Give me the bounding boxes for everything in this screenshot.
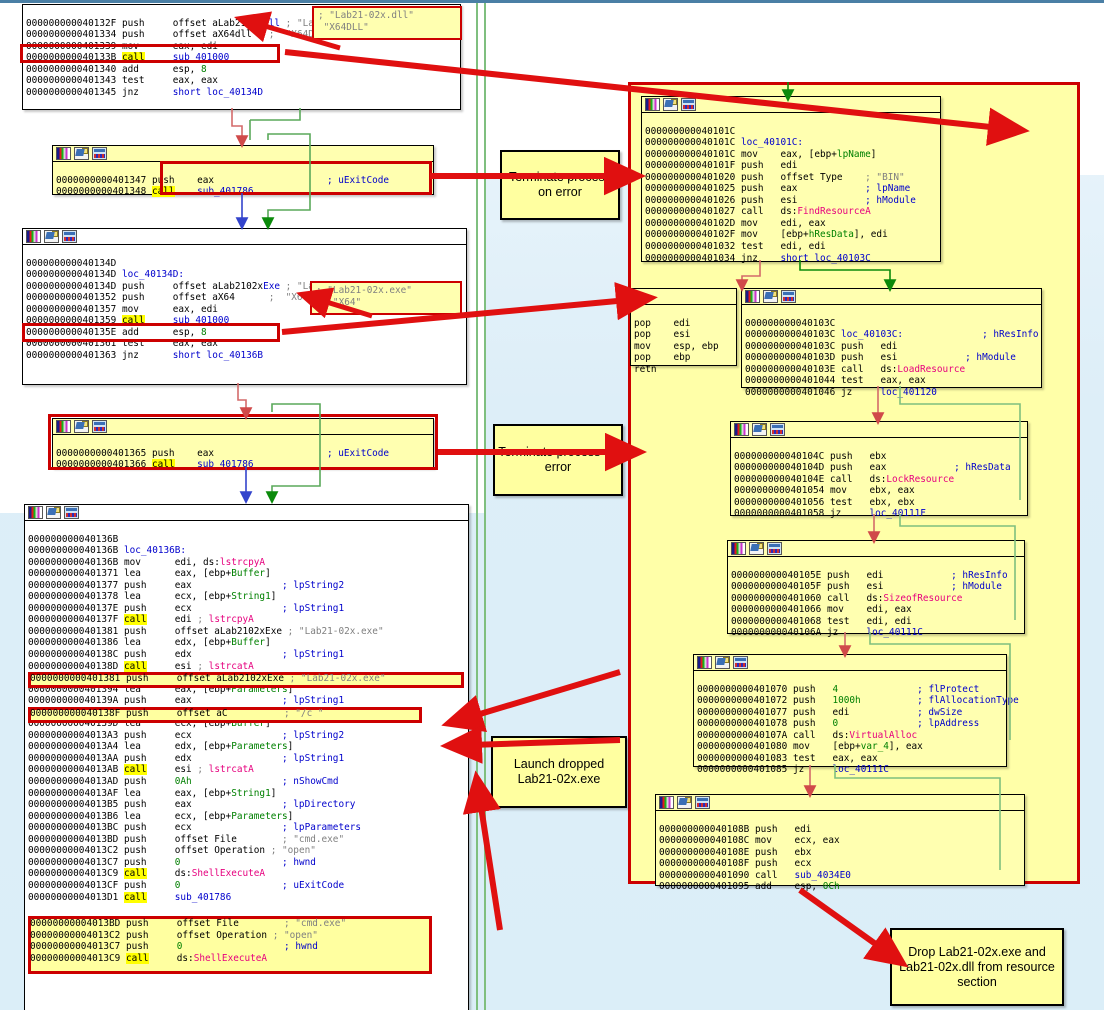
palette-icon[interactable]: [731, 542, 746, 555]
edit-icon[interactable]: [44, 230, 59, 243]
node-titlebar: [656, 795, 1024, 811]
node-titlebar: [631, 289, 736, 305]
graph-node-401070[interactable]: 0000000000401070 push 4 ; flProtect 0000…: [693, 654, 1019, 775]
graph-node-401365[interactable]: 0000000000401365 push eax ; uExitCode 00…: [52, 418, 434, 471]
palette-icon[interactable]: [28, 506, 43, 519]
asm-row-401381: 0000000000401381 push offset aLab2102xEx…: [30, 673, 386, 684]
asm-lines: 0000000000401070 push 4 ; flProtect 0000…: [697, 683, 1019, 776]
window-icon[interactable]: [64, 506, 79, 519]
asm-lines: 000000000040105E push edi ; hResInfo 000…: [731, 569, 1008, 639]
edit-icon[interactable]: [715, 656, 730, 669]
asm-lines: pop edi pop esi mov esp, ebp pop ebp ret…: [634, 317, 719, 375]
window-icon[interactable]: [695, 796, 710, 809]
edit-icon[interactable]: [74, 420, 89, 433]
asm-lines: 0000000000401365 push eax ; uExitCode 00…: [56, 447, 390, 471]
palette-icon[interactable]: [745, 290, 760, 303]
graph-guide-line-2: [484, 3, 486, 1010]
edit-icon[interactable]: [763, 290, 778, 303]
graph-node-40108B[interactable]: 000000000040108B push edi 00000000004010…: [655, 794, 1025, 892]
graph-guide-line-1: [476, 3, 478, 1010]
edit-icon[interactable]: [663, 98, 678, 111]
asm-row-40138F: 000000000040138F push offset aC ; "/c ": [30, 708, 324, 719]
window-icon[interactable]: [62, 230, 77, 243]
asm-lines: 000000000040104C push ebx 00000000004010…: [734, 450, 1011, 520]
graph-node-40105E[interactable]: 000000000040105E push edi ; hResInfo 000…: [727, 540, 1025, 638]
graph-node-40104C[interactable]: 000000000040104C push ebx 00000000004010…: [730, 421, 1028, 519]
note-launch-dropped-exe: Launch dropped Lab21-02x.exe: [491, 736, 627, 808]
palette-icon[interactable]: [645, 98, 660, 111]
screenshot-root: 000000000040132F push offset aLab2102xDl…: [0, 0, 1104, 1010]
palette-icon[interactable]: [26, 230, 41, 243]
node-titlebar: [642, 97, 940, 113]
node-titlebar: [53, 146, 433, 162]
palette-icon[interactable]: [697, 656, 712, 669]
graph-node-40103C[interactable]: 000000000040103C 000000000040103C loc_40…: [741, 288, 1042, 398]
node-titlebar: [694, 655, 1006, 671]
window-icon[interactable]: [92, 147, 107, 160]
window-icon[interactable]: [681, 98, 696, 111]
window-icon[interactable]: [767, 542, 782, 555]
asm-lines: 000000000040103C 000000000040103C loc_40…: [745, 317, 1039, 398]
edit-icon[interactable]: [46, 506, 61, 519]
palette-icon[interactable]: [659, 796, 674, 809]
asm-lines: 0000000000401347 push eax ; uExitCode 00…: [56, 174, 390, 198]
edit-icon[interactable]: [74, 147, 89, 160]
window-icon[interactable]: [733, 656, 748, 669]
asm-rows-shellexecute: 00000000004013BD push offset File ; "cmd…: [30, 918, 347, 964]
note-terminate-process-2: Terminate process on error: [493, 424, 623, 496]
node-titlebar: [53, 419, 433, 435]
edit-icon[interactable]: [752, 423, 767, 436]
node-titlebar: [25, 505, 468, 521]
strbox-dll-text: ; "Lab21-02x.dll" "X64DLL": [318, 10, 414, 33]
graph-node-epilogue[interactable]: pop edi pop esi mov esp, ebp pop ebp ret…: [630, 288, 737, 375]
asm-lines: 000000000040101C 000000000040101C loc_40…: [645, 125, 916, 264]
node-titlebar: [728, 541, 1024, 557]
node-titlebar: [731, 422, 1027, 438]
note-drop-from-resource: Drop Lab21-02x.exe and Lab21-02x.dll fro…: [890, 928, 1064, 1006]
node-titlebar: [23, 229, 466, 245]
window-icon[interactable]: [92, 420, 107, 433]
palette-icon[interactable]: [56, 147, 71, 160]
node-titlebar: [742, 289, 1041, 305]
window-top-edge: [0, 0, 1104, 3]
strbox-exe-text: ; "Lab21-02x.exe" ; "X64": [316, 285, 412, 308]
asm-lines: 000000000040108B push edi 00000000004010…: [659, 823, 851, 893]
window-icon[interactable]: [781, 290, 796, 303]
edit-icon[interactable]: [749, 542, 764, 555]
graph-node-40101C[interactable]: 000000000040101C 000000000040101C loc_40…: [641, 96, 941, 264]
edit-icon[interactable]: [677, 796, 692, 809]
note-terminate-process-1: Terminate process on error: [500, 150, 620, 220]
window-icon[interactable]: [770, 423, 785, 436]
graph-node-401347[interactable]: 0000000000401347 push eax ; uExitCode 00…: [52, 145, 434, 198]
palette-icon[interactable]: [56, 420, 71, 433]
palette-icon[interactable]: [734, 423, 749, 436]
